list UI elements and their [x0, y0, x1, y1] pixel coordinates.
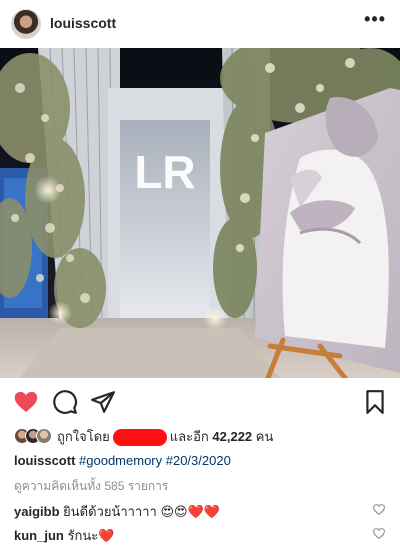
avatar[interactable]: [11, 9, 41, 39]
likes-row[interactable]: ถูกใจโดย และอีก 42,222 คน: [14, 426, 273, 446]
view-all-comments-link[interactable]: ดูความคิดเห็นทั้ง 585 รายการ: [14, 477, 168, 496]
post-header: louisscott •••: [0, 0, 400, 48]
comment-heart-icon[interactable]: [372, 527, 386, 540]
caption: louisscott #goodmemory #20/3/2020: [14, 453, 231, 468]
comment-row: yaigibb ยินดีด้วยน้าาาาา 😍😍❤️❤️: [14, 501, 386, 519]
action-bar: [0, 384, 400, 420]
likes-count[interactable]: 42,222: [212, 429, 252, 444]
liker-avatar: [36, 428, 52, 444]
post-username[interactable]: louisscott: [50, 15, 116, 31]
post-image[interactable]: LR: [0, 48, 400, 378]
likes-prefix: ถูกใจโดย: [57, 428, 110, 444]
bookmark-icon[interactable]: [362, 389, 388, 415]
comment-text: รักนะ❤️: [67, 528, 115, 543]
caption-username[interactable]: louisscott: [14, 453, 75, 468]
comment-username[interactable]: kun_jun: [14, 528, 64, 543]
svg-text:LR: LR: [134, 146, 195, 198]
caption-hashtags[interactable]: #goodmemory #20/3/2020: [79, 453, 231, 468]
comment-heart-icon[interactable]: [372, 503, 386, 516]
likes-text: ถูกใจโดย และอีก 42,222 คน: [57, 426, 273, 447]
more-options-icon[interactable]: •••: [364, 9, 386, 30]
comment-bubble-icon[interactable]: [52, 389, 78, 415]
paper-plane-icon[interactable]: [90, 389, 116, 415]
likes-suffix: และอีก: [169, 428, 209, 444]
likes-unit: คน: [255, 428, 274, 444]
redacted-username: [112, 428, 167, 446]
heart-filled-icon[interactable]: [13, 389, 39, 415]
comment-username[interactable]: yaigibb: [14, 504, 60, 519]
comment-row: kun_jun รักนะ❤️: [14, 525, 386, 543]
comment-text: ยินดีด้วยน้าาาาา 😍😍❤️❤️: [63, 504, 220, 519]
